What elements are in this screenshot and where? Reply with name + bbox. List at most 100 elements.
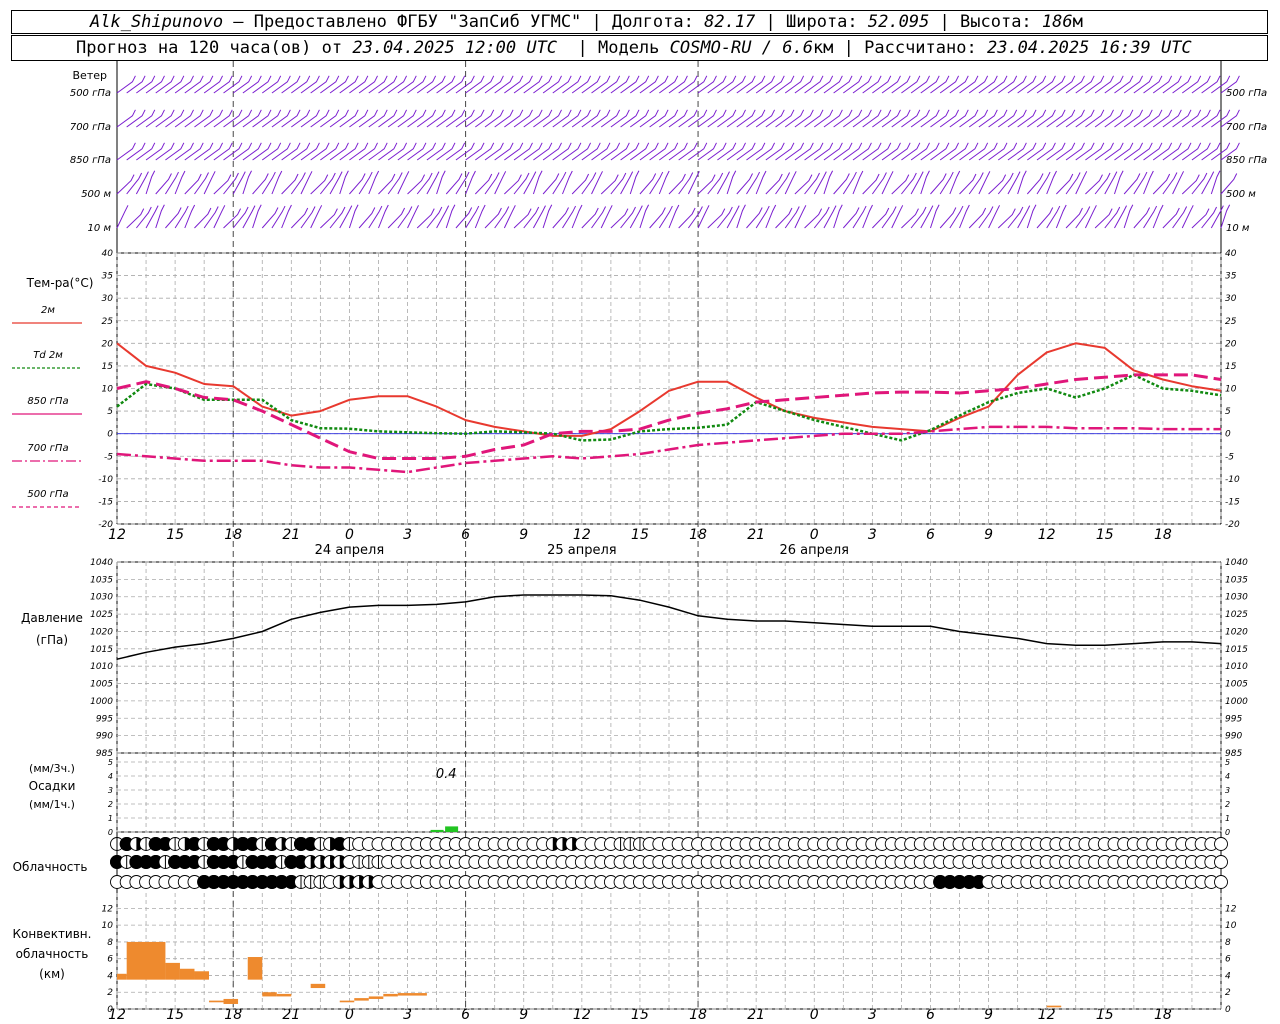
wind-barb xyxy=(494,206,510,229)
wind-barb xyxy=(620,206,636,229)
precip-annotation: 0.4 xyxy=(436,767,457,782)
conv-y-tick-left: 0 xyxy=(107,1005,113,1015)
convective-bar xyxy=(310,983,326,989)
prec-unit-bottom: (мм/1ч.) xyxy=(29,798,75,811)
temp-y-tick-left: 10 xyxy=(102,385,114,395)
x-tick-label-bottom: 18 xyxy=(1154,1007,1172,1023)
pres-y-tick-left: 1015 xyxy=(90,645,113,655)
wind-barb xyxy=(804,172,820,195)
wind-barb xyxy=(232,206,249,229)
convective-bar xyxy=(209,1000,224,1003)
wind-barb xyxy=(542,173,560,195)
wind-barb xyxy=(997,208,1016,229)
temp-y-tick-right: 40 xyxy=(1225,249,1237,259)
wind-barb xyxy=(1181,174,1200,195)
wind-barb xyxy=(794,174,813,195)
prec-axis-label: Осадки xyxy=(29,779,76,793)
wind-barb xyxy=(1055,204,1067,229)
pres-y-tick-right: 1010 xyxy=(1225,662,1248,672)
wind-barb xyxy=(571,173,590,195)
wind-barb xyxy=(116,142,136,161)
wind-barb xyxy=(474,204,486,229)
wind-barb xyxy=(310,174,329,195)
wind-barb xyxy=(378,173,396,195)
convective-bar xyxy=(1046,1005,1062,1008)
x-tick-label-top: 6 xyxy=(461,527,470,543)
wind-barb xyxy=(591,206,607,229)
wind-barb xyxy=(697,174,716,195)
wind-barb xyxy=(1065,172,1081,195)
wind-barb xyxy=(455,207,473,229)
wind-barb xyxy=(697,205,710,229)
wind-barb xyxy=(930,173,947,195)
wind-barb xyxy=(194,172,209,195)
wind-barb xyxy=(707,172,724,195)
wind-barb xyxy=(474,173,493,195)
wind-barb xyxy=(1075,171,1088,195)
wind-barb xyxy=(252,173,269,195)
wind-barb xyxy=(1104,206,1121,229)
wind-level-label-right: 10 м xyxy=(1226,223,1250,234)
wind-barb xyxy=(203,206,219,229)
wind-level-label-right: 500 гПа xyxy=(1226,88,1267,99)
wind-barb xyxy=(368,170,380,195)
wind-barb xyxy=(959,204,970,229)
temp-y-tick-right: 30 xyxy=(1225,294,1237,304)
pres-y-tick-left: 1020 xyxy=(90,627,113,637)
wind-barb xyxy=(978,171,991,195)
temp-y-tick-right: -20 xyxy=(1225,520,1240,530)
temp-y-tick-left: 30 xyxy=(102,294,114,304)
wind-level-label-right: 700 гПа xyxy=(1226,122,1267,133)
wind-barb xyxy=(736,173,753,195)
prec-y-tick-left: 5 xyxy=(108,758,113,767)
wind-barb xyxy=(126,172,143,195)
wind-barb xyxy=(881,206,897,229)
wind-barb xyxy=(465,170,476,195)
wind-barb xyxy=(494,171,507,195)
wind-barb xyxy=(300,171,313,195)
wind-barb xyxy=(174,170,186,195)
wind-barb xyxy=(1162,207,1180,229)
precip-bar xyxy=(430,829,444,832)
wind-barb xyxy=(1094,208,1113,229)
conv-axis-label-2: облачность xyxy=(16,947,89,961)
temp-y-tick-left: 40 xyxy=(102,249,114,259)
wind-barb xyxy=(1085,174,1103,195)
convective-bar xyxy=(126,941,166,980)
wind-barb xyxy=(1133,207,1151,229)
x-tick-label-top: 0 xyxy=(345,527,354,543)
wind-barb xyxy=(416,208,435,229)
wind-barb xyxy=(891,174,910,195)
conv-y-tick-left: 8 xyxy=(107,938,113,948)
wind-barb xyxy=(126,208,145,229)
wind-barb xyxy=(862,204,873,229)
x-tick-label-bottom: 0 xyxy=(810,1007,819,1023)
pres-y-tick-right: 1015 xyxy=(1225,645,1248,655)
wind-barb xyxy=(813,206,830,229)
wind-barb xyxy=(504,174,522,195)
wind-barb xyxy=(775,172,791,195)
x-tick-label-bottom: 9 xyxy=(519,1007,528,1023)
temp-y-tick-right: -5 xyxy=(1225,452,1234,462)
wind-barb xyxy=(213,205,226,229)
x-tick-label-bottom: 0 xyxy=(345,1007,354,1023)
convective-bar xyxy=(276,993,292,997)
temp-y-tick-right: -10 xyxy=(1225,475,1240,485)
x-tick-label-top: 3 xyxy=(868,527,877,543)
pres-y-tick-right: 1035 xyxy=(1225,575,1248,585)
legend-t700: 700 гПа xyxy=(27,443,68,454)
wind-barb xyxy=(678,172,694,195)
pres-y-tick-right: 1005 xyxy=(1225,680,1248,690)
temp-y-tick-left: 20 xyxy=(102,339,114,349)
conv-axis-label-1: Конвективн. xyxy=(13,927,92,941)
wind-barb xyxy=(290,207,309,229)
convective-bar xyxy=(354,998,369,1001)
wind-level-label-left: 10 м xyxy=(88,223,112,234)
wind-barb xyxy=(358,207,376,229)
x-tick-label-top: 18 xyxy=(689,527,707,543)
conv-y-tick-right: 8 xyxy=(1225,938,1231,948)
wind-barb xyxy=(378,204,389,229)
temp-y-tick-left: -20 xyxy=(98,520,113,530)
wind-barb xyxy=(349,173,366,195)
wind-barb xyxy=(988,205,1001,229)
